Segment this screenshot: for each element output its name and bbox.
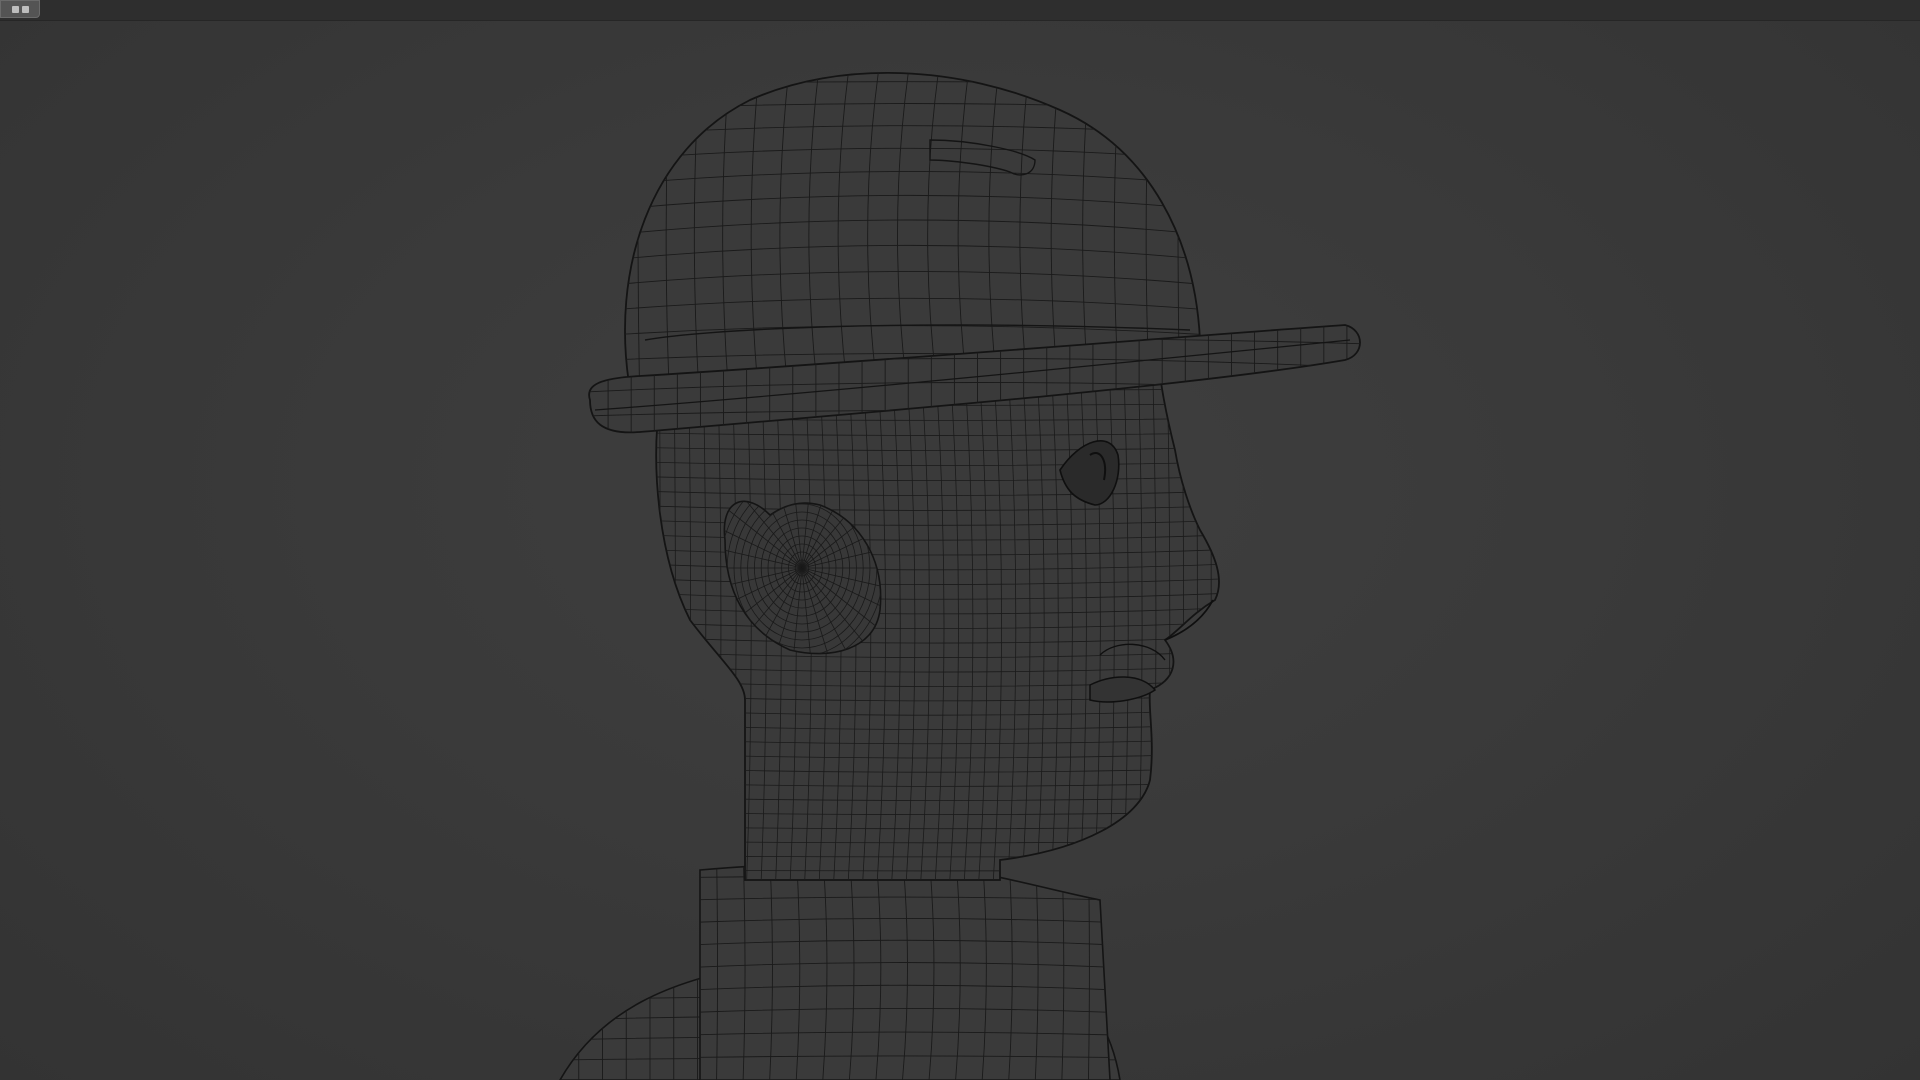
collar-mesh bbox=[699, 861, 1111, 1080]
3d-viewport[interactable] bbox=[0, 0, 1920, 1080]
head-mesh bbox=[655, 369, 1220, 881]
wireframe-mesh[interactable] bbox=[0, 0, 1920, 1080]
